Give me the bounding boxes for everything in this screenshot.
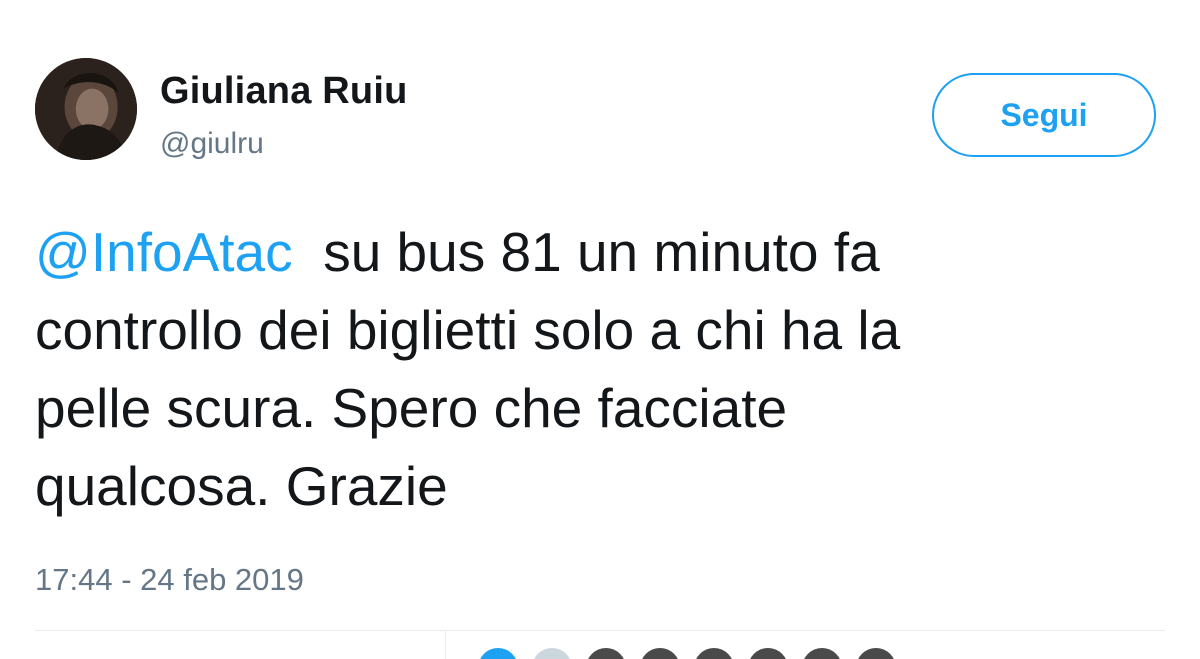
user-display-name[interactable]: Giuliana Ruiu bbox=[160, 70, 408, 113]
user-handle[interactable]: @giulru bbox=[160, 127, 264, 161]
liker-avatar[interactable] bbox=[478, 648, 518, 659]
tweet-line-1-text: su bus 81 un minuto fa bbox=[323, 221, 880, 283]
avatar-photo-icon bbox=[35, 58, 137, 160]
follow-button[interactable]: Segui bbox=[932, 73, 1156, 157]
divider bbox=[35, 630, 1165, 631]
tweet-card: Giuliana Ruiu @giulru Segui @InfoAtac su… bbox=[0, 0, 1200, 659]
mention-link[interactable]: @InfoAtac bbox=[35, 221, 293, 283]
liker-avatar[interactable] bbox=[694, 648, 734, 659]
tweet-line-3: pelle scura. Spero che facciate bbox=[35, 377, 788, 439]
liker-avatar[interactable] bbox=[640, 648, 680, 659]
liker-avatar[interactable] bbox=[748, 648, 788, 659]
tweet-line-4: qualcosa. Grazie bbox=[35, 455, 448, 517]
liker-avatar[interactable] bbox=[586, 648, 626, 659]
liker-avatar[interactable] bbox=[856, 648, 896, 659]
likers-avatars bbox=[478, 648, 896, 659]
tweet-line-1: @InfoAtac su bus 81 un minuto fa bbox=[35, 213, 1185, 291]
tweet-line-2: controllo dei biglietti solo a chi ha la bbox=[35, 299, 901, 361]
tweet-text: @InfoAtac su bus 81 un minuto fa control… bbox=[35, 213, 1185, 525]
tweet-timestamp[interactable]: 17:44 - 24 feb 2019 bbox=[35, 562, 304, 598]
liker-avatar[interactable] bbox=[802, 648, 842, 659]
stats-divider bbox=[445, 630, 446, 659]
liker-avatar[interactable] bbox=[532, 648, 572, 659]
avatar[interactable] bbox=[35, 58, 137, 160]
